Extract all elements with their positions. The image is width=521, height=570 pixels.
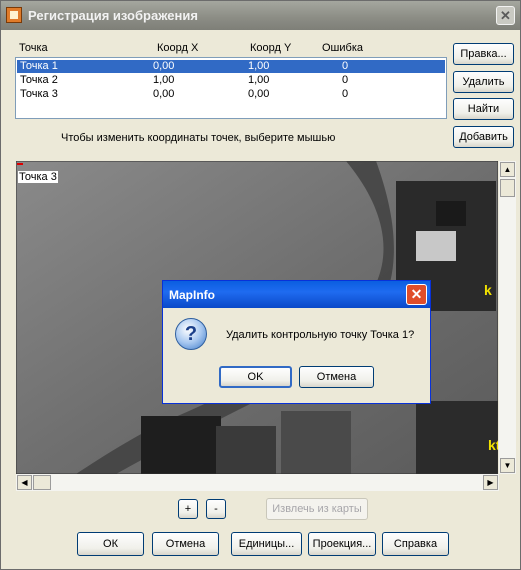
dialog-title: MapInfo bbox=[169, 288, 215, 302]
scroll-down-icon[interactable]: ▼ bbox=[500, 458, 515, 473]
dialog-titlebar: MapInfo ✕ bbox=[163, 281, 430, 308]
horizontal-scrollbar[interactable]: ◀ ▶ bbox=[16, 474, 499, 491]
close-icon[interactable]: ✕ bbox=[496, 6, 515, 25]
close-icon[interactable]: ✕ bbox=[406, 284, 427, 305]
cell-point: Точка 2 bbox=[20, 74, 58, 86]
help-button[interactable]: Справка bbox=[382, 532, 449, 556]
cell-x: 0,00 bbox=[153, 88, 175, 100]
table-row[interactable]: Точка 3 0,00 0,00 0 bbox=[17, 88, 445, 101]
app-icon bbox=[6, 7, 22, 23]
column-header-point[interactable]: Точка bbox=[19, 42, 48, 54]
column-header-x[interactable]: Коорд X bbox=[157, 42, 198, 54]
cell-error: 0 bbox=[342, 88, 349, 100]
edit-button[interactable]: Правка... bbox=[453, 43, 514, 65]
scroll-thumb[interactable] bbox=[500, 179, 515, 197]
cell-y: 1,00 bbox=[248, 60, 270, 72]
confirm-dialog: MapInfo ✕ ? Удалить контрольную точку То… bbox=[162, 280, 431, 404]
delete-button[interactable]: Удалить bbox=[453, 71, 514, 93]
scroll-up-icon[interactable]: ▲ bbox=[500, 162, 515, 177]
cell-x: 1,00 bbox=[153, 74, 175, 86]
projection-button[interactable]: Проекция... bbox=[308, 532, 376, 556]
table-row[interactable]: Точка 2 1,00 1,00 0 bbox=[17, 74, 445, 87]
find-button[interactable]: Найти bbox=[453, 98, 514, 120]
cell-point: Точка 3 bbox=[20, 88, 58, 100]
dialog-message: Удалить контрольную точку Точка 1? bbox=[226, 329, 415, 341]
point-marker[interactable]: k bbox=[484, 282, 492, 298]
window-titlebar: Регистрация изображения ✕ bbox=[1, 1, 520, 30]
dialog-cancel-button[interactable]: Отмена bbox=[299, 366, 374, 388]
question-icon: ? bbox=[175, 318, 207, 350]
window-title: Регистрация изображения bbox=[28, 8, 198, 23]
scroll-left-icon[interactable]: ◀ bbox=[17, 475, 32, 490]
vertical-scrollbar[interactable]: ▲ ▼ bbox=[499, 161, 516, 474]
cell-point: Точка 1 bbox=[20, 60, 58, 72]
add-button[interactable]: Добавить bbox=[453, 126, 514, 148]
point-3-label[interactable]: Точка 3 bbox=[18, 171, 58, 183]
point-marker[interactable]: kt bbox=[488, 437, 498, 453]
dialog-ok-button[interactable]: OK bbox=[219, 366, 292, 388]
point-marker[interactable] bbox=[17, 163, 23, 165]
scroll-thumb[interactable] bbox=[33, 475, 51, 490]
zoom-out-button[interactable]: - bbox=[206, 499, 226, 519]
scroll-right-icon[interactable]: ▶ bbox=[483, 475, 498, 490]
column-header-error[interactable]: Ошибка bbox=[322, 42, 363, 54]
extract-from-map-button[interactable]: Извлечь из карты bbox=[266, 498, 368, 520]
units-button[interactable]: Единицы... bbox=[231, 532, 302, 556]
hint-text: Чтобы изменить координаты точек, выберит… bbox=[61, 132, 336, 144]
control-points-list[interactable]: Точка 1 0,00 1,00 0 Точка 2 1,00 1,00 0 … bbox=[15, 57, 447, 119]
table-row[interactable]: Точка 1 0,00 1,00 0 bbox=[17, 60, 445, 73]
cancel-button[interactable]: Отмена bbox=[152, 532, 219, 556]
zoom-in-button[interactable]: + bbox=[178, 499, 198, 519]
cell-error: 0 bbox=[342, 74, 349, 86]
ok-button[interactable]: ОК bbox=[77, 532, 144, 556]
cell-y: 0,00 bbox=[248, 88, 270, 100]
column-header-y[interactable]: Коорд Y bbox=[250, 42, 291, 54]
cell-y: 1,00 bbox=[248, 74, 270, 86]
cell-x: 0,00 bbox=[153, 60, 175, 72]
cell-error: 0 bbox=[342, 60, 349, 72]
